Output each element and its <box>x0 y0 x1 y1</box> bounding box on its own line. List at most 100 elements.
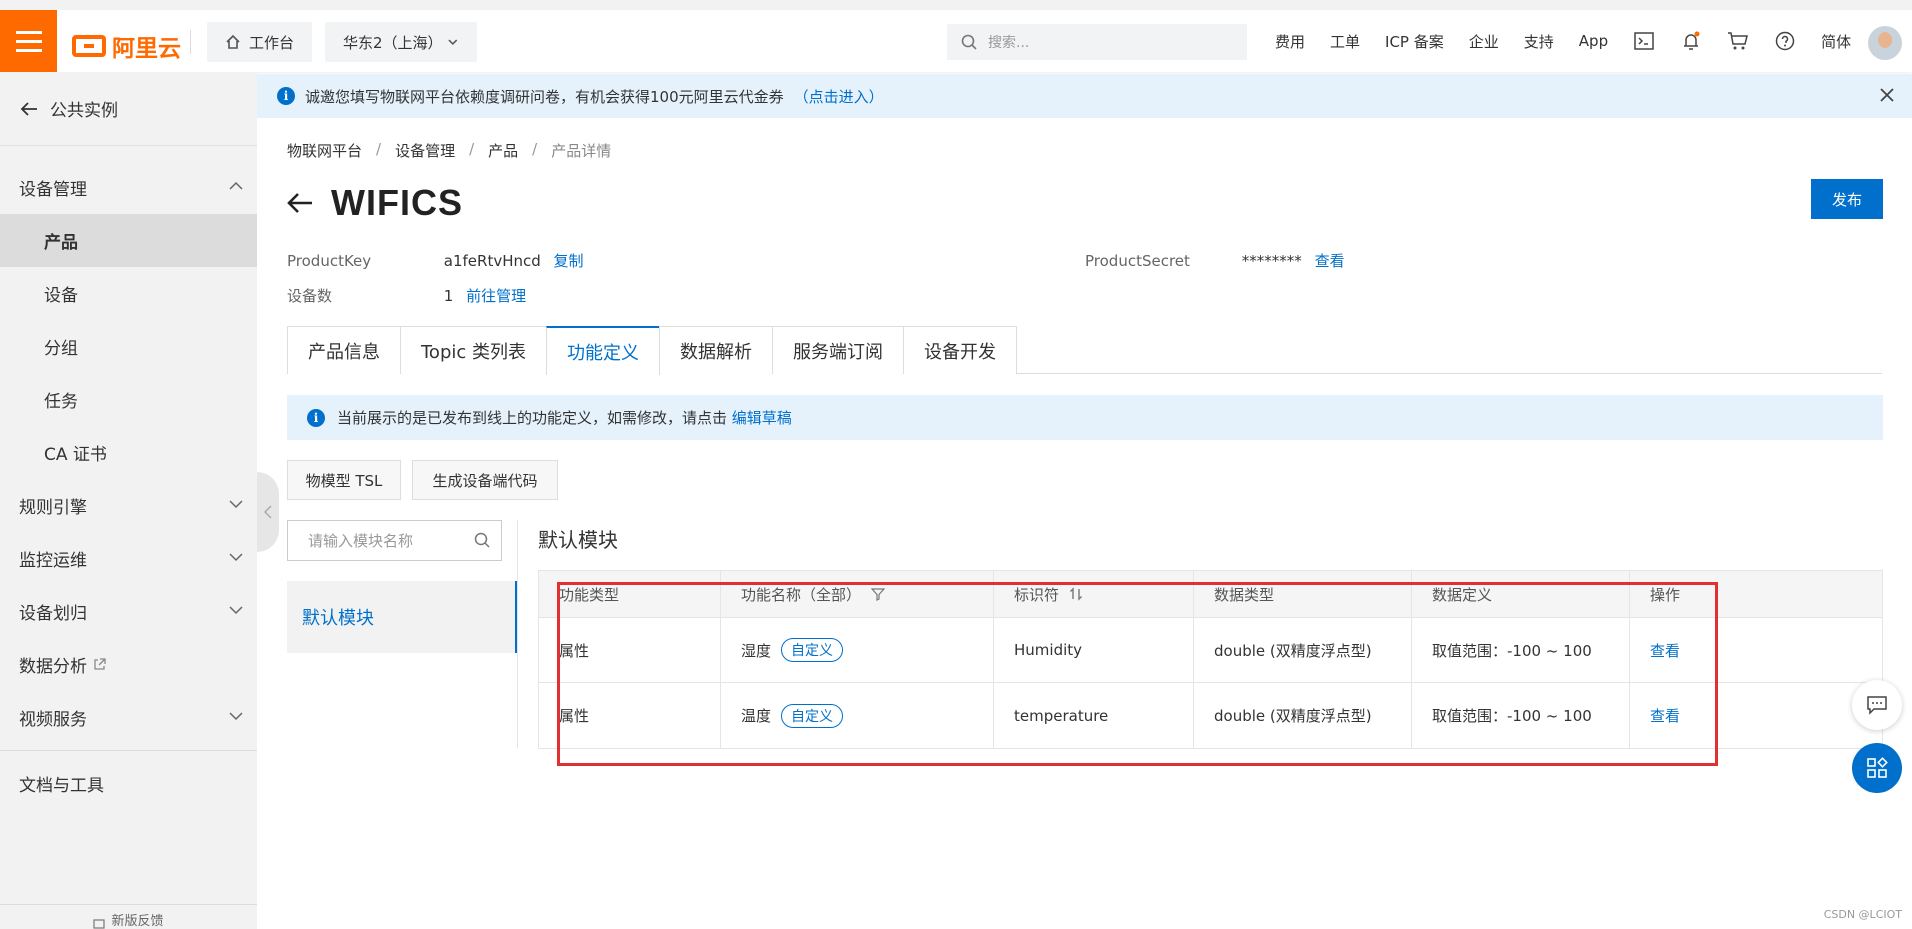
breadcrumb-iot-platform[interactable]: 物联网平台 <box>287 140 362 161</box>
chevron-up-icon <box>229 181 243 190</box>
back-to-public-instance[interactable]: 公共实例 <box>0 72 257 146</box>
sidebar-item-label: 监控运维 <box>19 551 87 571</box>
sidebar-item-label: 文档与工具 <box>19 776 104 796</box>
sidebar-item-label: 设备 <box>44 286 78 306</box>
product-key-label: ProductKey <box>287 252 372 270</box>
survey-banner: i 诚邀您填写物联网平台依赖度调研问卷，有机会获得100元阿里云代金券 （点击进… <box>257 74 1912 118</box>
sidebar-item-label: 规则引擎 <box>19 498 87 518</box>
breadcrumb-product[interactable]: 产品 <box>488 140 518 161</box>
sidebar-item-label: 产品 <box>44 233 78 253</box>
menu-icon[interactable] <box>0 10 57 72</box>
info-icon: i <box>277 87 295 105</box>
chevron-down-icon <box>229 606 243 615</box>
sidebar-item-task[interactable]: 任务 <box>0 373 257 426</box>
chevron-down-icon <box>229 500 243 509</box>
edit-draft-link[interactable]: 编辑草稿 <box>732 409 792 427</box>
nav-enterprise[interactable]: 企业 <box>1469 31 1499 52</box>
region-label: 华东2（上海） <box>343 33 443 52</box>
tab-topic-list[interactable]: Topic 类列表 <box>400 326 547 374</box>
nav-app[interactable]: App <box>1579 32 1608 50</box>
sidebar-item-docs-tools[interactable]: 文档与工具 <box>0 757 257 810</box>
sidebar-item-video[interactable]: 视频服务 <box>0 691 257 744</box>
divider <box>190 30 191 54</box>
workbench-label: 工作台 <box>249 33 295 52</box>
product-secret-label: ProductSecret <box>1085 252 1190 270</box>
highlight-box <box>557 582 1718 766</box>
top-bar: 阿里云 工作台 华东2（上海） 搜索... 费用 工单 ICP 备案 企业 支持… <box>0 0 1912 72</box>
back-arrow-icon[interactable] <box>287 192 313 214</box>
device-count-row: 设备数 1 前往管理 <box>287 285 526 306</box>
nav-fees[interactable]: 费用 <box>1275 31 1305 52</box>
feedback-button[interactable]: 新版反馈 <box>0 904 257 929</box>
nav-icp[interactable]: ICP 备案 <box>1385 31 1444 52</box>
tab-product-info[interactable]: 产品信息 <box>287 326 401 374</box>
breadcrumb-device-management[interactable]: 设备管理 <box>395 140 455 161</box>
sidebar-item-label: 视频服务 <box>19 710 87 730</box>
tab-label: 数据解析 <box>680 341 752 363</box>
generate-code-button[interactable]: 生成设备端代码 <box>412 460 558 500</box>
sidebar-item-product[interactable]: 产品 <box>0 214 257 267</box>
avatar[interactable] <box>1868 26 1902 60</box>
sidebar-item-device[interactable]: 设备 <box>0 267 257 320</box>
cart-icon[interactable] <box>1727 30 1749 52</box>
banner-link[interactable]: （点击进入） <box>794 86 884 107</box>
breadcrumb-product-detail: 产品详情 <box>551 142 612 160</box>
sidebar-item-label: 设备划归 <box>19 604 87 624</box>
chat-button[interactable] <box>1852 680 1902 730</box>
tab-label: Topic 类列表 <box>421 341 526 363</box>
language-switch[interactable]: 简体 <box>1821 31 1851 52</box>
workbench-button[interactable]: 工作台 <box>207 22 313 62</box>
tab-label: 服务端订阅 <box>793 341 883 363</box>
sidebar-item-monitoring[interactable]: 监控运维 <box>0 532 257 585</box>
sidebar-item-label: 设备管理 <box>19 180 87 200</box>
search-icon[interactable] <box>474 532 491 549</box>
tab-function-definition[interactable]: 功能定义 <box>546 326 660 375</box>
apps-button[interactable] <box>1852 743 1902 793</box>
sidebar-item-device-assign[interactable]: 设备划归 <box>0 585 257 638</box>
sidebar-item-device-management[interactable]: 设备管理 <box>0 161 257 214</box>
divider <box>517 520 518 748</box>
aliyun-logo[interactable]: 阿里云 <box>72 29 181 63</box>
breadcrumb-separator: / <box>469 140 475 158</box>
publish-button[interactable]: 发布 <box>1811 179 1883 219</box>
sidebar-item-label: 分组 <box>44 339 78 359</box>
info-icon: i <box>307 408 325 427</box>
sidebar-collapse-handle[interactable] <box>257 472 279 552</box>
apps-icon <box>1867 757 1888 778</box>
product-tabs: 产品信息 Topic 类列表 功能定义 数据解析 服务端订阅 设备开发 <box>287 326 1882 375</box>
copy-key-link[interactable]: 复制 <box>554 252 584 270</box>
tab-data-parsing[interactable]: 数据解析 <box>659 326 773 374</box>
breadcrumb: 物联网平台 / 设备管理 / 产品 / 产品详情 <box>287 140 611 161</box>
tab-label: 设备开发 <box>924 341 996 363</box>
help-icon[interactable] <box>1774 30 1796 52</box>
chat-icon <box>1867 696 1887 715</box>
chevron-left-icon <box>264 505 272 519</box>
tab-label: 产品信息 <box>308 341 380 363</box>
nav-tickets[interactable]: 工单 <box>1330 31 1360 52</box>
external-link-icon <box>94 658 106 670</box>
sidebar-item-ca-cert[interactable]: CA 证书 <box>0 426 257 479</box>
product-key-value: a1feRtvHncd <box>443 252 541 270</box>
tsl-button[interactable]: 物模型 TSL <box>287 460 401 500</box>
nav-support[interactable]: 支持 <box>1524 31 1554 52</box>
terminal-icon[interactable] <box>1633 30 1655 52</box>
close-icon[interactable] <box>1878 86 1896 104</box>
module-list-item[interactable]: 默认模块 <box>287 581 517 653</box>
chevron-down-icon <box>448 39 458 46</box>
notice-text: 当前展示的是已发布到线上的功能定义，如需修改，请点击 <box>337 409 728 427</box>
region-select[interactable]: 华东2（上海） <box>325 22 477 62</box>
view-secret-link[interactable]: 查看 <box>1315 252 1345 270</box>
sidebar-item-group[interactable]: 分组 <box>0 320 257 373</box>
module-search-input[interactable]: 请输入模块名称 <box>287 520 502 561</box>
breadcrumb-separator: / <box>376 140 382 158</box>
published-notice: i 当前展示的是已发布到线上的功能定义，如需修改，请点击 编辑草稿 <box>287 395 1883 440</box>
breadcrumb-separator: / <box>532 140 538 158</box>
bell-icon[interactable] <box>1680 30 1702 52</box>
global-search[interactable]: 搜索... <box>947 24 1247 60</box>
top-nav: 费用 工单 ICP 备案 企业 支持 App 简体 <box>1275 10 1876 72</box>
sidebar-item-data-analysis[interactable]: 数据分析 <box>0 638 257 691</box>
manage-devices-link[interactable]: 前往管理 <box>466 287 526 305</box>
sidebar-item-rule-engine[interactable]: 规则引擎 <box>0 479 257 532</box>
tab-server-subscription[interactable]: 服务端订阅 <box>772 326 904 374</box>
tab-device-development[interactable]: 设备开发 <box>903 326 1017 374</box>
